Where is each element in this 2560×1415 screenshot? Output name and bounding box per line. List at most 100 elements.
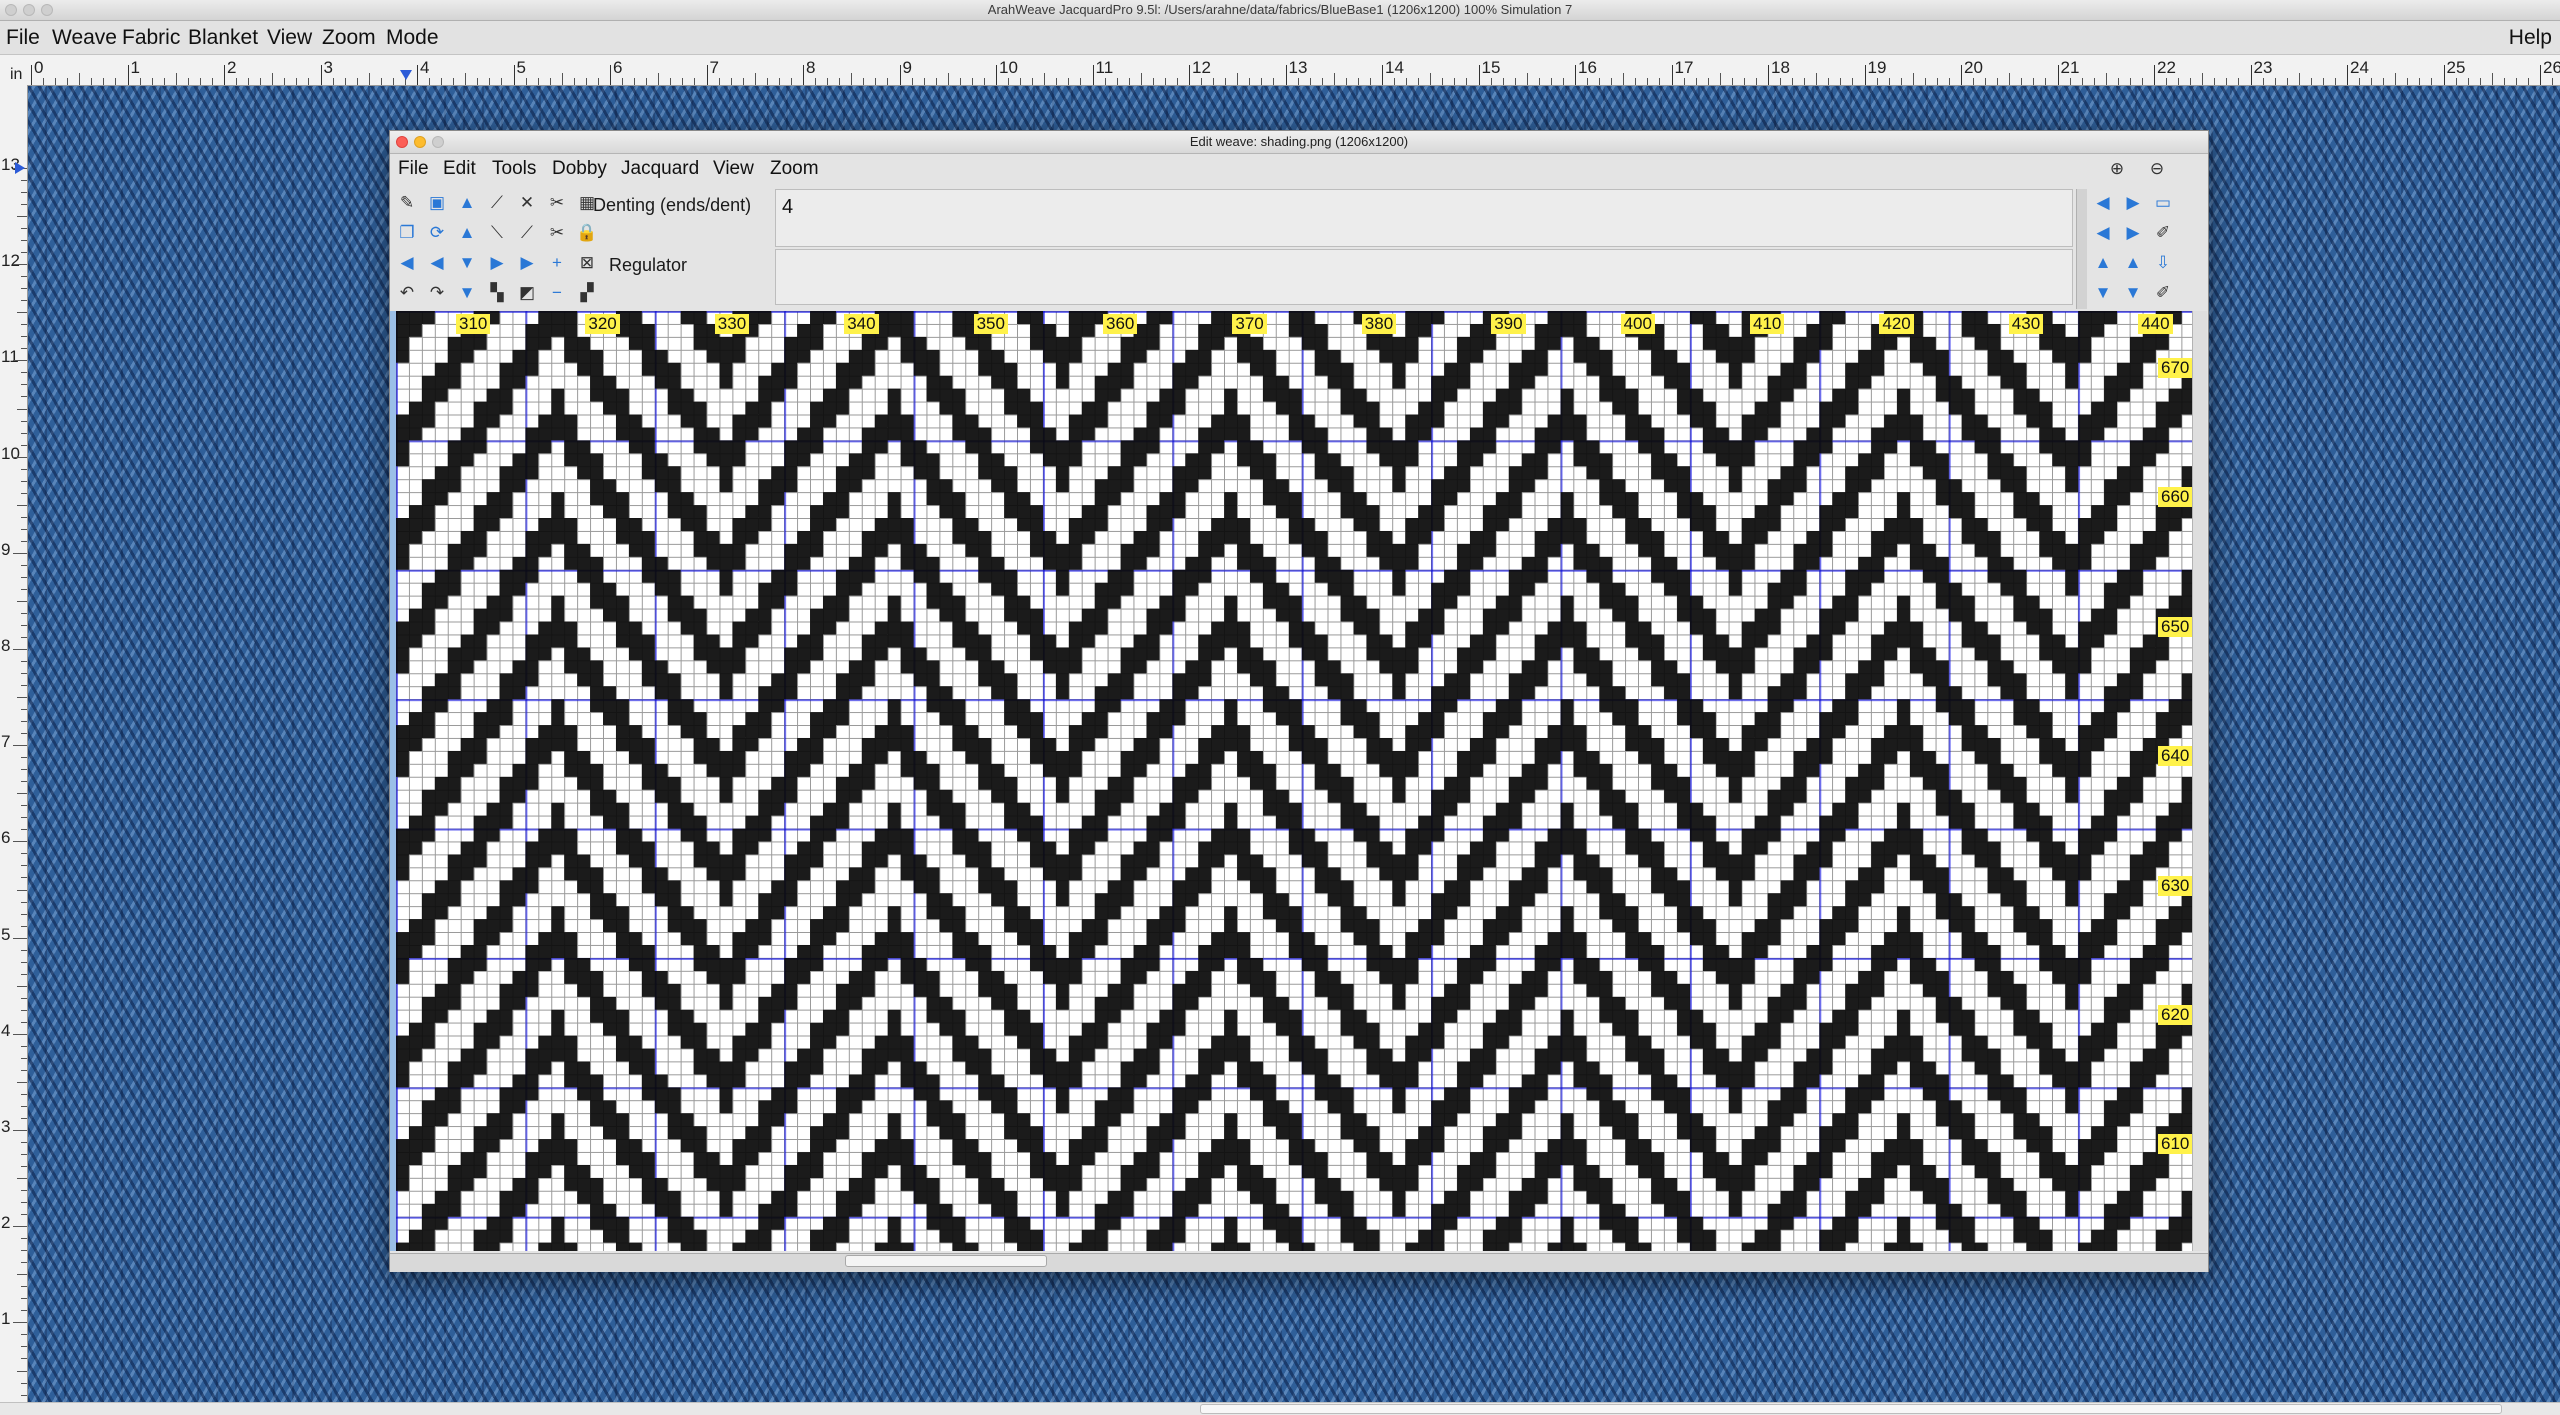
arrow-double-right-icon[interactable]: ▶: [514, 249, 540, 275]
menu-edit[interactable]: Edit: [443, 154, 476, 184]
ruler-label: 19: [1867, 58, 1887, 77]
horizontal-scrollbar[interactable]: [0, 1402, 2560, 1415]
zoom-out-icon[interactable]: ⊖: [2144, 155, 2170, 181]
arrow-down-icon[interactable]: ▼: [2090, 279, 2116, 305]
menu-zoom[interactable]: Zoom: [770, 154, 819, 184]
menu-view[interactable]: View: [267, 21, 312, 54]
arrow-up-icon[interactable]: ▲: [454, 219, 480, 245]
ruler-minor-tick: [477, 78, 479, 85]
scrollbar-thumb[interactable]: [1200, 1404, 2502, 1414]
arrow-up-icon[interactable]: ▲: [2090, 249, 2116, 275]
menu-dobby[interactable]: Dobby: [552, 154, 607, 184]
diagonal-icon[interactable]: ⟋: [484, 189, 510, 215]
scissors-icon[interactable]: ✂: [544, 219, 570, 245]
ruler-minor-tick: [1466, 78, 1468, 85]
ruler-tick: [1189, 65, 1190, 85]
ruler-minor-tick: [2178, 78, 2180, 85]
cross-icon[interactable]: ✕: [514, 189, 540, 215]
menu-file[interactable]: File: [6, 21, 40, 54]
ruler-minor-tick: [21, 612, 27, 614]
grid-horizontal-scrollbar[interactable]: [390, 1253, 2208, 1272]
menu-help[interactable]: Help: [2509, 21, 2552, 54]
brush-icon[interactable]: ✐: [2150, 219, 2176, 245]
screen-icon[interactable]: ▭: [2150, 189, 2176, 215]
menu-file[interactable]: File: [398, 154, 429, 184]
arrow-right-icon[interactable]: ▶: [2120, 189, 2146, 215]
ruler-minor-tick: [1695, 78, 1697, 85]
plus-icon[interactable]: +: [544, 249, 570, 275]
ruler-tick: [2347, 65, 2348, 85]
arrow-left-icon[interactable]: ◀: [424, 249, 450, 275]
diagonal-down-icon[interactable]: ⟍: [484, 219, 510, 245]
scissors-icon[interactable]: ✂: [544, 189, 570, 215]
ruler-tick: [1575, 65, 1576, 85]
ruler-label: 20: [1964, 58, 1983, 77]
arrow-left-icon[interactable]: ◀: [2090, 189, 2116, 215]
ruler-tick: [1382, 65, 1383, 85]
ruler-minor-tick: [971, 78, 973, 85]
ruler-minor-tick: [21, 228, 27, 230]
menu-jacquard[interactable]: Jacquard: [621, 154, 699, 184]
brush-icon[interactable]: ✐: [2150, 279, 2176, 305]
arrow-double-down-icon[interactable]: ▼: [454, 279, 480, 305]
column-number-label: 330: [714, 314, 750, 334]
copy-icon[interactable]: ❐: [394, 219, 420, 245]
ruler-minor-tick: [2491, 73, 2493, 85]
ruler-label: 6: [1, 828, 11, 848]
ruler-minor-tick: [1562, 78, 1564, 85]
arrow-double-down-icon[interactable]: ▼: [2120, 279, 2146, 305]
pencil-icon[interactable]: ✎: [394, 189, 420, 215]
regulator-input[interactable]: [775, 249, 2073, 305]
ruler-minor-tick: [863, 78, 865, 85]
ruler-tick: [1768, 65, 1769, 85]
arrow-up-icon[interactable]: ▲: [454, 189, 480, 215]
menu-view[interactable]: View: [713, 154, 754, 184]
arrow-double-right-icon[interactable]: ▶: [2120, 219, 2146, 245]
ruler-minor-tick: [13, 1033, 27, 1035]
ruler-minor-tick: [21, 468, 27, 470]
slash-icon[interactable]: ◩: [514, 279, 540, 305]
undo-icon[interactable]: ↶: [394, 279, 420, 305]
denting-input[interactable]: 4: [775, 189, 2073, 247]
fields-scrollbar[interactable]: [2076, 189, 2087, 309]
arrow-right-icon[interactable]: ▶: [484, 249, 510, 275]
ruler-minor-tick: [947, 73, 949, 85]
menu-blanket[interactable]: Blanket: [188, 21, 258, 54]
vertical-scrollbar[interactable]: [2192, 311, 2207, 1251]
ruler-marker-icon[interactable]: [15, 162, 25, 174]
arrow-double-left-icon[interactable]: ◀: [2090, 219, 2116, 245]
app-title-bar: ArahWeave JacquardPro 9.5l: /Users/arahn…: [0, 0, 2560, 21]
ruler-minor-tick: [2431, 78, 2433, 85]
ruler-label: 25: [2446, 58, 2466, 77]
redo-icon[interactable]: ↷: [424, 279, 450, 305]
picture-icon[interactable]: ▣: [424, 189, 450, 215]
ruler-minor-tick: [1659, 78, 1661, 85]
ruler-minor-tick: [778, 78, 780, 85]
menu-fabric[interactable]: Fabric: [122, 21, 180, 54]
menu-weave[interactable]: Weave: [52, 21, 117, 54]
ruler-minor-tick: [21, 624, 27, 626]
export-icon[interactable]: ⇩: [2150, 249, 2176, 275]
arrow-double-up-icon[interactable]: ▲: [2120, 249, 2146, 275]
minus-icon[interactable]: −: [544, 279, 570, 305]
ruler-minor-tick: [718, 78, 720, 85]
arrow-down-icon[interactable]: ▼: [454, 249, 480, 275]
arrow-double-left-icon[interactable]: ◀: [394, 249, 420, 275]
diagonal-icon[interactable]: ⟋: [514, 219, 540, 245]
ruler-marker-icon[interactable]: [400, 70, 412, 80]
ruler-minor-tick: [2407, 78, 2409, 85]
ruler-label: 22: [2157, 58, 2176, 77]
ruler-minor-tick: [2334, 78, 2336, 85]
repeat-icon[interactable]: ⟳: [424, 219, 450, 245]
menu-mode[interactable]: Mode: [386, 21, 439, 54]
ruler-minor-tick: [21, 949, 27, 951]
menu-tools[interactable]: Tools: [492, 154, 536, 184]
checker-icon[interactable]: ▚: [484, 279, 510, 305]
ruler-tick: [1285, 65, 1287, 85]
ruler-minor-tick: [21, 324, 27, 326]
weave-grid[interactable]: [396, 311, 2192, 1251]
ruler-minor-tick: [1502, 78, 1504, 85]
scrollbar-thumb[interactable]: [845, 1255, 1047, 1267]
menu-zoom[interactable]: Zoom: [322, 21, 376, 54]
zoom-in-icon[interactable]: ⊕: [2104, 155, 2130, 181]
